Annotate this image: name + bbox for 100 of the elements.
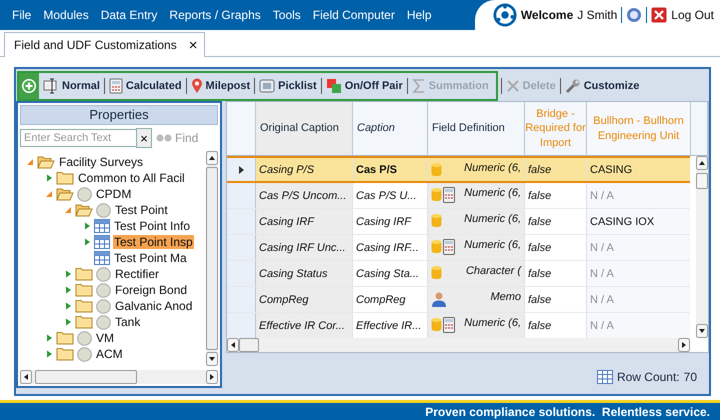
document-tab[interactable]: Field and UDF Customizations × xyxy=(4,32,204,57)
scroll-thumb[interactable] xyxy=(239,338,259,352)
down-arrow-button[interactable] xyxy=(696,324,708,338)
expand-arrow-icon[interactable] xyxy=(83,238,91,246)
right-arrow-button[interactable] xyxy=(678,338,690,352)
folder-icon xyxy=(75,299,93,313)
database-icon xyxy=(431,187,442,203)
row-header[interactable] xyxy=(227,158,256,181)
folder-icon xyxy=(75,283,93,297)
calculated-button[interactable]: Calculated xyxy=(108,74,183,98)
right-arrow-button[interactable] xyxy=(206,370,218,384)
down-arrow-button[interactable] xyxy=(206,352,218,366)
table-row[interactable]: Casing IRF Casing IRF Numeric (6, false CASING IOX xyxy=(227,209,690,235)
close-icon xyxy=(506,79,520,93)
open-folder-icon xyxy=(75,203,93,217)
folder-icon xyxy=(56,331,74,345)
tree-item[interactable]: Test Point Info xyxy=(113,219,192,233)
column-header[interactable]: Caption xyxy=(353,102,428,155)
tree-item[interactable]: CPDM xyxy=(95,187,132,201)
onoff-button[interactable]: On/Off Pair xyxy=(324,74,404,98)
welcome-label: Welcome xyxy=(520,8,574,22)
tree-item[interactable]: Test Point Ma xyxy=(113,251,188,265)
search-field[interactable]: Enter Search Text xyxy=(20,129,137,147)
left-arrow-button[interactable] xyxy=(227,338,239,352)
horizontal-scrollbar[interactable] xyxy=(227,338,690,352)
logout-icon[interactable] xyxy=(651,7,668,23)
menu-item[interactable]: Tools xyxy=(266,8,307,22)
tree-item[interactable]: Test Point xyxy=(114,203,169,217)
expand-arrow-icon[interactable] xyxy=(64,318,72,326)
circle-icon xyxy=(96,298,111,314)
row-count-label: Row Count: xyxy=(616,370,680,384)
table-cell-text: Numeric (6, xyxy=(464,187,522,199)
calculator-icon xyxy=(443,317,455,333)
tree-item[interactable]: VM xyxy=(95,331,115,345)
tree-item[interactable]: Rectifier xyxy=(114,267,160,281)
collapse-arrow-icon[interactable] xyxy=(26,158,34,166)
horizontal-scrollbar[interactable] xyxy=(20,370,218,384)
normal-button[interactable]: Normal xyxy=(42,74,101,98)
table-cell: CASING xyxy=(587,158,690,181)
clear-search-button[interactable]: × xyxy=(136,128,152,148)
expand-arrow-icon[interactable] xyxy=(83,222,91,230)
binoculars-icon xyxy=(156,133,172,143)
folder-icon xyxy=(75,267,93,281)
sigma-icon xyxy=(412,78,426,94)
expand-arrow-icon[interactable] xyxy=(64,270,72,278)
up-arrow-button[interactable] xyxy=(696,156,708,170)
row-count-value: 70 xyxy=(684,370,697,384)
help-icon[interactable] xyxy=(626,7,642,23)
tree-item[interactable]: Test Point Insp xyxy=(113,235,194,249)
squares-icon xyxy=(326,78,342,94)
calculator-icon xyxy=(443,187,455,203)
circle-icon xyxy=(96,202,111,218)
circle-icon xyxy=(96,266,111,282)
circle-icon xyxy=(96,282,111,298)
table-cell: CompReg xyxy=(256,287,353,312)
menu-item[interactable]: Field Computer xyxy=(306,8,401,22)
database-icon xyxy=(431,265,442,281)
calculator-icon xyxy=(443,239,455,255)
menu-item[interactable]: Data Entry xyxy=(94,8,164,22)
circle-icon xyxy=(77,330,92,346)
collapse-arrow-icon[interactable] xyxy=(45,190,53,198)
panel-title: Properties xyxy=(20,105,218,125)
scroll-thumb[interactable] xyxy=(35,370,137,384)
person-icon xyxy=(431,291,447,307)
table-cell: Effective IR Cor... xyxy=(256,313,353,338)
tree-item[interactable]: Facility Surveys xyxy=(58,155,144,169)
vertical-scrollbar[interactable] xyxy=(696,156,708,338)
expand-arrow-icon[interactable] xyxy=(45,334,53,342)
table-row[interactable]: Casing P/S Cas P/S Numeric (6, false CASING xyxy=(227,156,690,183)
logout-link[interactable]: Log Out xyxy=(671,8,714,22)
left-arrow-button[interactable] xyxy=(20,370,32,384)
menu-item[interactable]: Help xyxy=(400,8,438,22)
up-arrow-button[interactable] xyxy=(206,151,218,165)
expand-arrow-icon[interactable] xyxy=(64,286,72,294)
picklist-button[interactable]: Picklist xyxy=(258,74,318,98)
table-cell: N / A xyxy=(587,287,690,312)
add-button[interactable] xyxy=(19,73,39,99)
tree-item[interactable]: Tank xyxy=(114,315,142,329)
scroll-thumb[interactable] xyxy=(696,173,708,189)
tree-item[interactable]: Foreign Bond xyxy=(114,283,188,297)
customize-button[interactable]: Customize xyxy=(564,74,640,98)
tree-item[interactable]: ACM xyxy=(95,347,124,361)
text-field-icon xyxy=(43,78,59,94)
menu-item[interactable]: Reports / Graphs xyxy=(163,8,267,22)
menu-item[interactable]: Modules xyxy=(37,8,95,22)
close-tab-button[interactable]: × xyxy=(188,36,198,54)
expand-arrow-icon[interactable] xyxy=(45,350,53,358)
expand-arrow-icon[interactable] xyxy=(64,302,72,310)
milepost-button[interactable]: Milepost xyxy=(190,74,252,98)
column-header[interactable]: Original Caption xyxy=(256,102,353,155)
column-header[interactable]: Field Definition xyxy=(428,102,525,155)
folder-icon xyxy=(56,171,74,185)
tree-item[interactable]: Galvanic Anod xyxy=(114,299,194,313)
menu-item[interactable]: File xyxy=(6,8,38,22)
list-box-icon xyxy=(259,78,276,94)
table-cell-text: Character ( xyxy=(466,265,523,277)
collapse-arrow-icon[interactable] xyxy=(64,206,72,214)
expand-arrow-icon[interactable] xyxy=(45,174,53,182)
open-folder-icon xyxy=(56,187,74,201)
tree-item[interactable]: Common to All Facil xyxy=(77,171,186,185)
